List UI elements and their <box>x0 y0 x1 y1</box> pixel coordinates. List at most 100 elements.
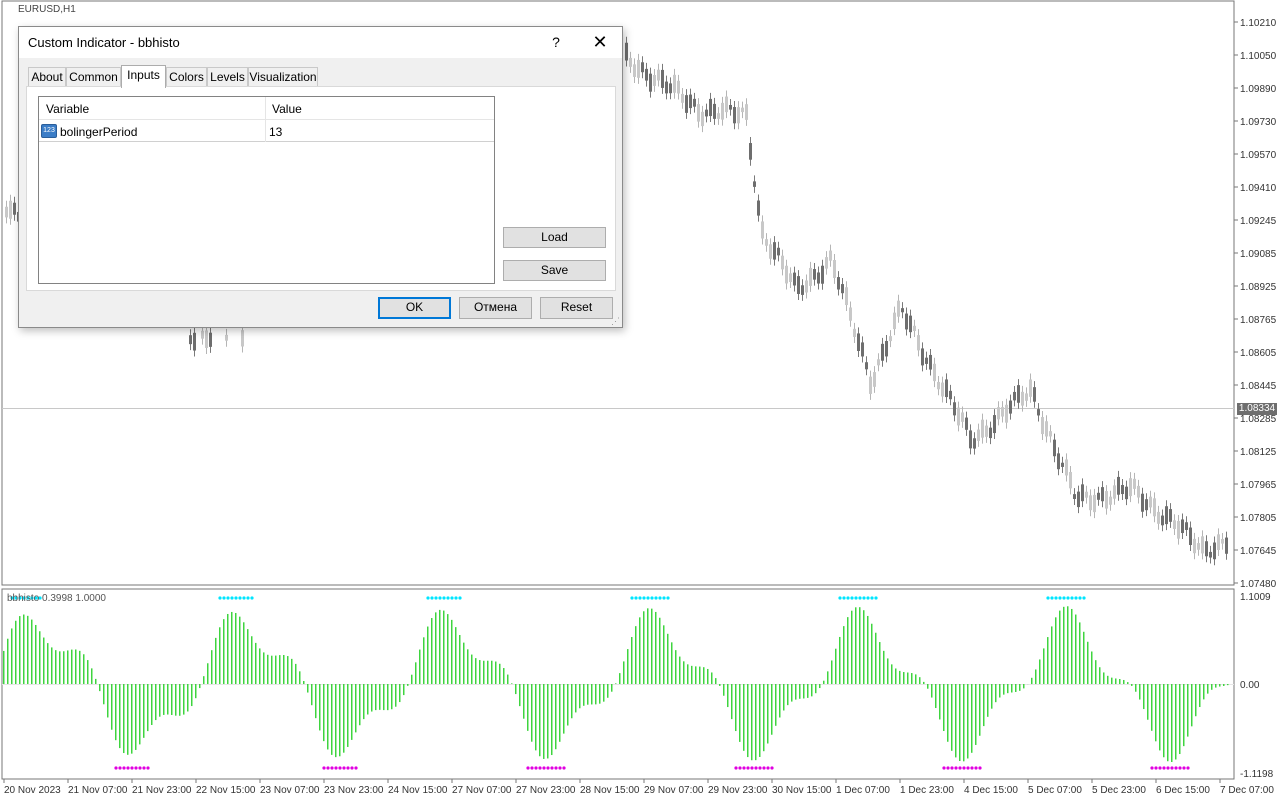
help-button[interactable]: ? <box>541 27 571 58</box>
histogram-bar <box>571 684 573 719</box>
tab-levels[interactable]: Levels <box>207 67 248 87</box>
column-header-variable[interactable]: Variable <box>46 102 89 116</box>
candle-body <box>925 357 928 364</box>
candle-body <box>797 276 800 294</box>
candle-body <box>865 362 868 370</box>
candle-body <box>717 113 720 119</box>
candle-body <box>869 376 872 394</box>
histogram-bar <box>1091 651 1093 684</box>
input-row-bolinger-period[interactable]: 123 bolingerPeriod 13 <box>39 120 494 142</box>
tab-colors[interactable]: Colors <box>166 67 207 87</box>
candle-body <box>997 407 1000 420</box>
candle-body <box>857 333 860 351</box>
candle-body <box>1217 534 1220 551</box>
histogram-bar <box>855 607 857 684</box>
resize-grip-icon[interactable]: ⋰ <box>611 316 621 326</box>
histogram-bar <box>1095 660 1097 684</box>
candle-body <box>1133 478 1136 489</box>
candle-body <box>1113 485 1116 499</box>
histogram-bar <box>731 684 733 720</box>
histogram-bar <box>283 655 285 684</box>
histogram-bar <box>975 684 977 745</box>
upper-signal-dot <box>838 596 842 600</box>
price-tick-label: 1.07480 <box>1240 579 1277 590</box>
lower-signal-dot <box>338 766 342 770</box>
upper-signal-dot <box>858 596 862 600</box>
histogram-bar <box>55 650 57 684</box>
tab-about[interactable]: About <box>28 67 66 87</box>
candle-body <box>765 239 768 246</box>
histogram-bar <box>151 684 153 725</box>
candle-body <box>1157 511 1160 524</box>
upper-signal-dot <box>1054 596 1058 600</box>
histogram-bar <box>239 616 241 684</box>
candle-body <box>809 267 812 286</box>
candle-body <box>837 277 840 290</box>
upper-signal-dot <box>650 596 654 600</box>
histogram-bar <box>1123 679 1125 684</box>
histogram-bar <box>555 684 557 750</box>
candle-body <box>649 73 652 92</box>
histogram-bar <box>607 684 609 698</box>
close-icon[interactable]: ✕ <box>585 27 615 58</box>
tab-visualization[interactable]: Visualization <box>248 67 318 87</box>
candle-body <box>641 62 644 73</box>
column-header-value[interactable]: Value <box>272 102 302 116</box>
candle-body <box>1041 417 1044 435</box>
save-button[interactable]: Save <box>503 260 606 281</box>
histogram-bar <box>899 670 901 684</box>
candle-body <box>885 341 888 357</box>
histogram-bar <box>1175 684 1177 760</box>
histogram-bar <box>1071 608 1073 684</box>
histogram-bar <box>1195 684 1197 717</box>
histogram-bar <box>803 684 805 699</box>
upper-signal-dot <box>430 596 434 600</box>
candle-body <box>1193 538 1196 554</box>
dialog-titlebar[interactable]: Custom Indicator - bbhisto ? ✕ <box>19 27 622 58</box>
candle-body <box>1009 400 1012 414</box>
time-tick-label: 22 Nov 15:00 <box>196 785 256 796</box>
histogram-bar <box>499 663 501 684</box>
tab-inputs[interactable]: Inputs <box>121 65 166 88</box>
histogram-bar <box>775 684 777 726</box>
candle-body <box>1161 515 1164 526</box>
candle-body <box>1065 459 1068 476</box>
histogram-bar <box>663 625 665 684</box>
histogram-bar <box>507 674 509 684</box>
upper-signal-dot <box>1062 596 1066 600</box>
histogram-bar <box>247 629 249 684</box>
histogram-bar <box>919 677 921 684</box>
histogram-bar <box>839 636 841 684</box>
candle-body <box>933 363 936 382</box>
lower-signal-dot <box>326 766 330 770</box>
candle-body <box>917 335 920 351</box>
histogram-bar <box>179 684 181 716</box>
time-tick-label: 27 Nov 23:00 <box>516 785 576 796</box>
upper-signal-dot <box>438 596 442 600</box>
histogram-bar <box>291 658 293 684</box>
histogram-bar <box>175 684 177 716</box>
reset-button[interactable]: Reset <box>540 297 613 319</box>
load-button[interactable]: Load <box>503 227 606 248</box>
candle-body <box>937 381 940 390</box>
histogram-bar <box>387 684 389 711</box>
histogram-bar <box>147 684 149 732</box>
histogram-bar <box>199 684 201 689</box>
histogram-bar <box>659 617 661 684</box>
histogram-bar <box>1155 684 1157 742</box>
column-divider[interactable] <box>265 97 266 120</box>
price-tick-label: 1.09570 <box>1240 150 1277 161</box>
histogram-bar <box>1051 626 1053 684</box>
candle-body <box>993 415 996 434</box>
candle-body <box>1189 527 1192 546</box>
histogram-bar <box>411 674 413 684</box>
ok-button[interactable]: OK <box>378 297 451 319</box>
histogram-bar <box>583 684 585 706</box>
tab-common[interactable]: Common <box>66 67 121 87</box>
variable-value[interactable]: 13 <box>269 125 282 139</box>
candle-body <box>1181 519 1184 534</box>
cancel-button[interactable]: Отмена <box>459 297 532 319</box>
histogram-bar <box>99 684 101 692</box>
histogram-bar <box>1179 684 1181 755</box>
histogram-bar <box>87 660 89 684</box>
